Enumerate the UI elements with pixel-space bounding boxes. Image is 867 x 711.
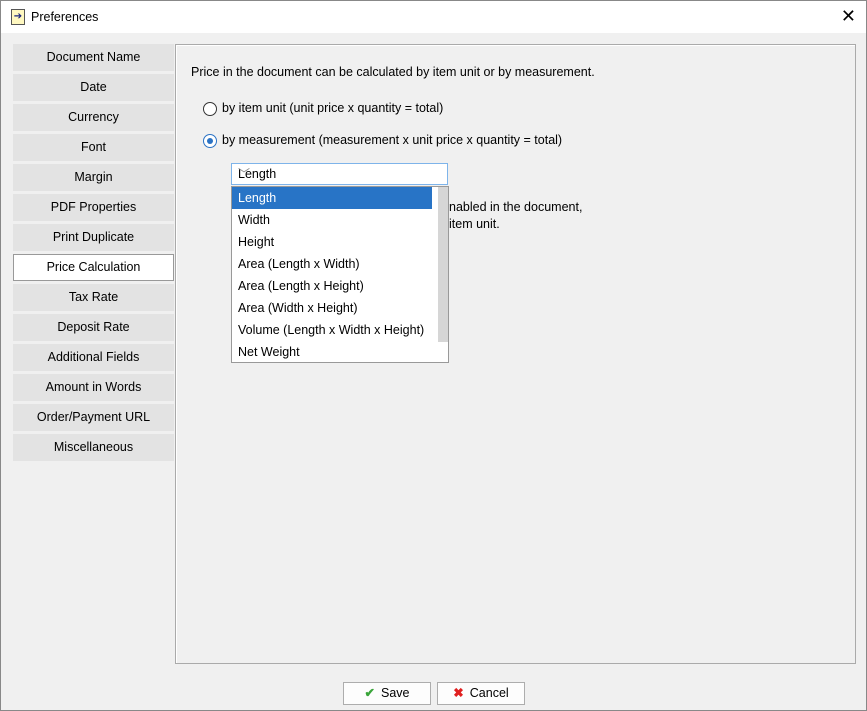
- info-text-line1: nabled in the document,: [449, 200, 583, 214]
- sidebar-item-deposit-rate[interactable]: Deposit Rate: [13, 314, 174, 341]
- dropdown-option[interactable]: Area (Width x Height): [232, 297, 432, 319]
- measurement-dropdown[interactable]: Length ﹀: [231, 163, 448, 185]
- dropdown-option[interactable]: Volume (Length x Width x Height): [232, 319, 432, 341]
- info-text-line2: item unit.: [449, 217, 500, 231]
- save-button[interactable]: ✔ Save: [343, 682, 431, 705]
- sidebar-item-pdf-properties[interactable]: PDF Properties: [13, 194, 174, 221]
- cancel-button[interactable]: ✖ Cancel: [437, 682, 525, 705]
- sidebar-item-font[interactable]: Font: [13, 134, 174, 161]
- radio-by-measurement[interactable]: [203, 134, 217, 148]
- radio-label-item-unit[interactable]: by item unit (unit price x quantity = to…: [222, 101, 443, 115]
- sidebar-item-amount-in-words[interactable]: Amount in Words: [13, 374, 174, 401]
- radio-by-item-unit[interactable]: [203, 102, 217, 116]
- sidebar-item-currency[interactable]: Currency: [13, 104, 174, 131]
- intro-text: Price in the document can be calculated …: [191, 65, 595, 79]
- title-bar: ➔ Preferences ✕: [1, 1, 866, 33]
- preferences-dialog: ➔ Preferences ✕ Document Name Date Currenc…: [0, 0, 867, 711]
- sidebar-item-margin[interactable]: Margin: [13, 164, 174, 191]
- window-title: Preferences: [31, 10, 99, 24]
- dropdown-option[interactable]: Height: [232, 231, 432, 253]
- close-icon[interactable]: ✕: [841, 6, 856, 27]
- sidebar-item-price-calculation[interactable]: Price Calculation: [13, 254, 174, 281]
- sidebar: Document Name Date Currency Font Margin PDF P…: [13, 44, 174, 464]
- cross-icon: ✖: [453, 686, 464, 700]
- sidebar-item-miscellaneous[interactable]: Miscellaneous: [13, 434, 174, 461]
- sidebar-item-additional-fields[interactable]: Additional Fields: [13, 344, 174, 371]
- dropdown-list: Length Width Height Area (Length x Width) Ar…: [231, 186, 449, 363]
- dropdown-option[interactable]: Area (Length x Width): [232, 253, 432, 275]
- radio-label-measurement[interactable]: by measurement (measurement x unit price…: [222, 133, 562, 147]
- dropdown-option[interactable]: Net Weight: [232, 341, 432, 363]
- app-icon: ➔: [11, 9, 25, 25]
- checkmark-icon: ✔: [364, 686, 375, 700]
- sidebar-item-print-duplicate[interactable]: Print Duplicate: [13, 224, 174, 251]
- dropdown-option[interactable]: Length: [232, 187, 432, 209]
- sidebar-item-order-payment-url[interactable]: Order/Payment URL: [13, 404, 174, 431]
- dropdown-option[interactable]: Width: [232, 209, 432, 231]
- sidebar-item-tax-rate[interactable]: Tax Rate: [13, 284, 174, 311]
- cancel-label: Cancel: [469, 686, 509, 700]
- save-label: Save: [380, 686, 410, 700]
- scrollbar[interactable]: [438, 187, 448, 342]
- chevron-down-icon[interactable]: ﹀: [238, 165, 441, 182]
- sidebar-item-date[interactable]: Date: [13, 74, 174, 101]
- dropdown-option[interactable]: Area (Length x Height): [232, 275, 432, 297]
- sidebar-item-document-name[interactable]: Document Name: [13, 44, 174, 71]
